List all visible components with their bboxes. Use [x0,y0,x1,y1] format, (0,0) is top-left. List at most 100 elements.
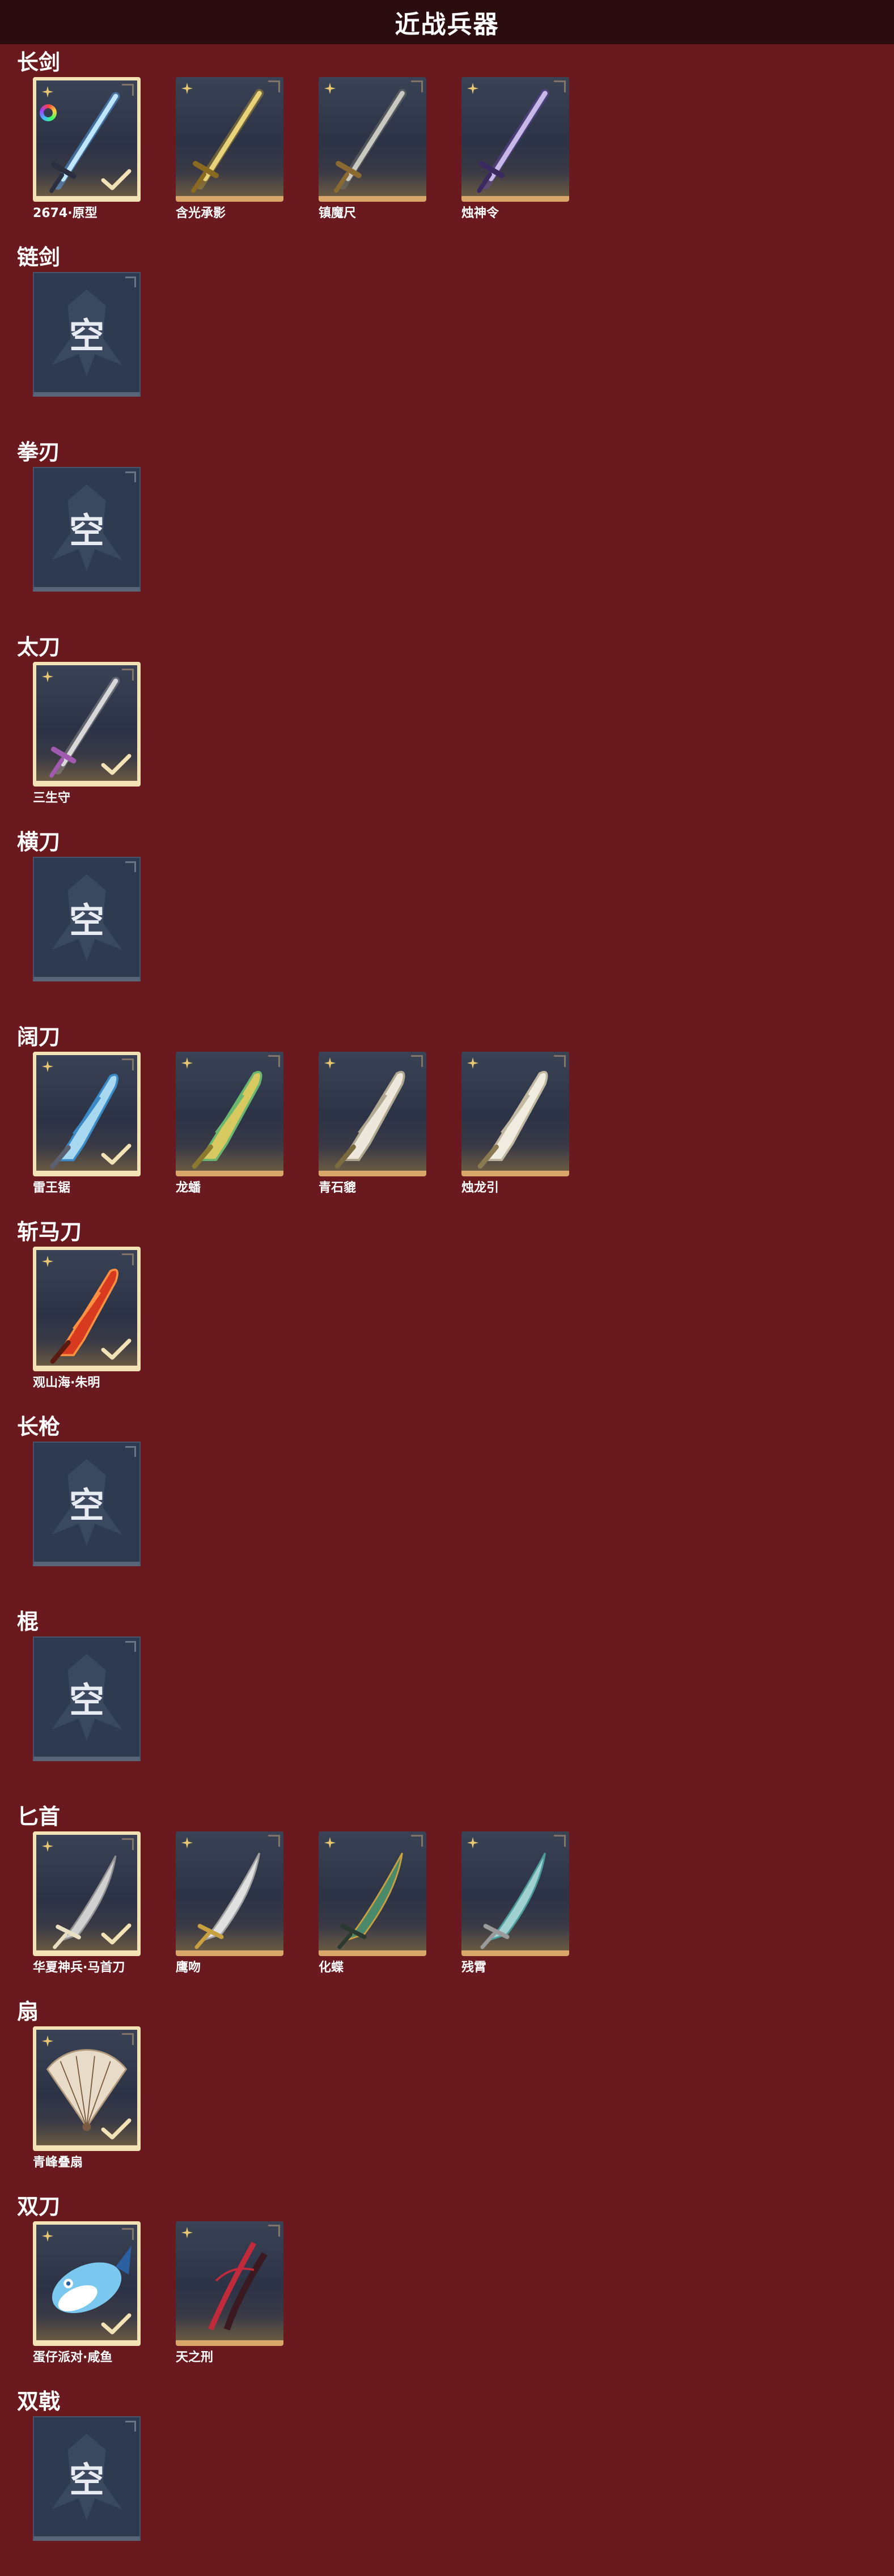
star-badge-icon [323,82,337,95]
weapon-slot[interactable]: 残霄 [461,1831,569,1975]
weapon-card[interactable] [33,1052,141,1176]
star-badge-icon [466,1836,480,1850]
corner-bracket-icon [122,669,134,681]
empty-slot[interactable]: 空 [33,857,141,981]
corner-bracket-icon [125,2421,136,2432]
weapon-card[interactable] [176,1052,283,1176]
header-bar: 近战兵器 [0,0,894,44]
weapon-card[interactable] [33,77,141,202]
section-title: 横刀 [17,830,61,855]
empty-slot-card[interactable]: 空 [33,272,141,397]
checkmark-icon [101,169,132,192]
empty-slot[interactable]: 空 [33,467,141,592]
corner-bracket-icon [411,80,423,92]
star-badge-icon [41,85,54,99]
weapon-card[interactable] [176,2221,283,2346]
weapon-card[interactable] [33,1831,141,1956]
section-title: 棍 [17,1609,39,1634]
checkmark-icon [101,1144,132,1166]
weapon-name: 残霄 [461,1961,487,1975]
weapon-card[interactable] [319,1831,426,1956]
weapon-card[interactable] [461,77,569,202]
empty-slot-card[interactable]: 空 [33,1636,141,1761]
corner-bracket-icon [122,1253,134,1265]
empty-label: 空 [69,2459,104,2501]
weapon-name: 华夏神兵·马首刀 [33,1961,125,1975]
empty-label: 空 [69,315,104,356]
checkmark-icon [101,1338,132,1361]
checkmark-icon [101,2313,132,2336]
page-title: 近战兵器 [395,10,499,39]
weapon-card[interactable] [461,1831,569,1956]
color-wheel-icon [40,104,57,121]
empty-label: 空 [69,1680,104,1721]
section-title: 双刀 [17,2194,61,2219]
weapon-slot[interactable]: 雷王锯 [33,1052,141,1196]
star-badge-icon [41,1839,54,1853]
section-title: 长剑 [17,50,61,75]
weapon-card[interactable] [461,1052,569,1176]
weapon-slot[interactable]: 蛋仔派对·咸鱼 [33,2221,141,2365]
empty-label: 空 [69,900,104,941]
section-title: 斩马刀 [17,1219,82,1244]
weapon-slot[interactable]: 含光承影 [176,77,283,221]
corner-bracket-icon [268,1055,280,1067]
corner-bracket-icon [125,1641,136,1652]
weapon-name: 烛龙引 [461,1181,499,1195]
weapon-slot[interactable]: 龙蟠 [176,1052,283,1196]
star-badge-icon [41,670,54,683]
weapon-card[interactable] [319,77,426,202]
weapon-slot[interactable]: 青石貔 [319,1052,426,1196]
weapon-name: 雷王锯 [33,1181,71,1195]
weapon-slot[interactable]: 2674·原型 [33,77,141,221]
weapon-slot[interactable]: 青峰叠扇 [33,2026,141,2170]
weapon-card[interactable] [319,1052,426,1176]
star-badge-icon [466,82,480,95]
weapon-name: 观山海·朱明 [33,1376,100,1390]
section-title: 扇 [17,1999,39,2024]
weapon-card[interactable] [33,662,141,787]
weapon-card[interactable] [176,77,283,202]
corner-bracket-icon [122,84,134,96]
corner-bracket-icon [554,80,566,92]
weapon-slot[interactable]: 观山海·朱明 [33,1247,141,1391]
weapon-slot[interactable]: 天之刑 [176,2221,283,2365]
weapon-slot[interactable]: 镇魔尺 [319,77,426,221]
weapon-slot[interactable]: 华夏神兵·马首刀 [33,1831,141,1975]
weapon-slot[interactable]: 鹰吻 [176,1831,283,1975]
star-badge-icon [180,82,194,95]
corner-bracket-icon [268,1835,280,1847]
weapon-card[interactable] [33,2026,141,2151]
corner-bracket-icon [125,471,136,482]
weapon-slot[interactable]: 烛神令 [461,77,569,221]
corner-bracket-icon [122,1838,134,1850]
weapon-slot[interactable]: 烛龙引 [461,1052,569,1196]
empty-slot-card[interactable]: 空 [33,467,141,592]
weapon-slot[interactable]: 三生守 [33,662,141,806]
section-title: 匕首 [17,1804,61,1829]
star-badge-icon [323,1836,337,1850]
empty-slot-card[interactable]: 空 [33,2416,141,2541]
corner-bracket-icon [125,277,136,287]
weapon-name: 化蝶 [319,1961,344,1975]
corner-bracket-icon [411,1835,423,1847]
weapon-card[interactable] [176,1831,283,1956]
star-badge-icon [180,1836,194,1850]
weapon-name: 含光承影 [176,206,226,220]
weapon-name: 烛神令 [461,206,499,220]
star-badge-icon [466,1056,480,1070]
empty-slot-card[interactable]: 空 [33,1442,141,1566]
empty-slot[interactable]: 空 [33,272,141,397]
empty-slot[interactable]: 空 [33,2416,141,2541]
corner-bracket-icon [125,1446,136,1457]
weapon-name: 青峰叠扇 [33,2156,83,2170]
empty-slot-card[interactable]: 空 [33,857,141,981]
weapon-card[interactable] [33,2221,141,2346]
empty-slot[interactable]: 空 [33,1636,141,1761]
weapon-card[interactable] [33,1247,141,1371]
weapon-slot[interactable]: 化蝶 [319,1831,426,1975]
corner-bracket-icon [554,1055,566,1067]
corner-bracket-icon [122,1059,134,1070]
empty-label: 空 [69,510,104,551]
empty-slot[interactable]: 空 [33,1442,141,1566]
